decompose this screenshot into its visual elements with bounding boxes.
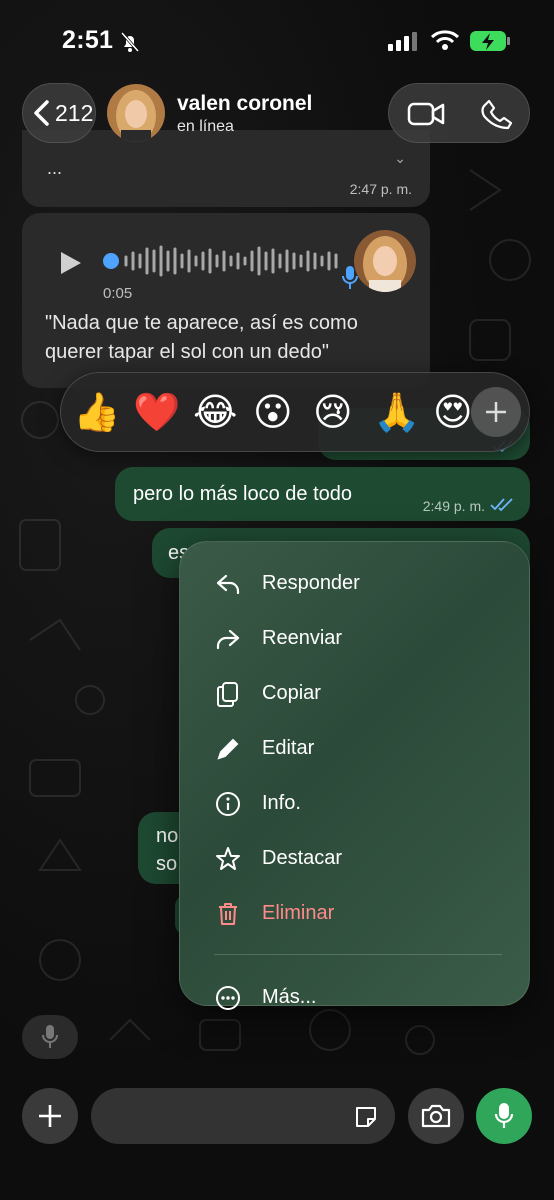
voice-sender-avatar	[354, 230, 416, 292]
back-button[interactable]: 212	[22, 83, 96, 143]
menu-item-label: Responder	[262, 572, 360, 594]
message-text: no so	[156, 825, 179, 875]
message-input[interactable]	[91, 1088, 395, 1144]
reaction-heart[interactable]: ❤️	[133, 391, 180, 435]
forward-icon	[216, 629, 240, 650]
menu-item-reply[interactable]: Responder	[180, 558, 531, 608]
reaction-heart-eyes[interactable]: 😍	[433, 391, 473, 435]
reaction-surprised[interactable]: 😮	[253, 391, 293, 435]
record-voice-button[interactable]	[476, 1088, 532, 1144]
video-call-icon[interactable]	[407, 98, 447, 130]
status-bar: 2:51	[0, 0, 554, 80]
reaction-sad[interactable]: 😢	[313, 391, 353, 435]
more-icon	[216, 986, 240, 1010]
message-text: pero lo más loco de todo	[133, 483, 353, 505]
reaction-picker: 👍 ❤️ 😂 😮 😢 🙏 😍	[60, 372, 530, 452]
chat-screen: 2:51 ⌄ ... 2:47 p. m. 212 valen coronel …	[0, 0, 554, 1200]
contact-name[interactable]: valen coronel	[177, 92, 312, 116]
star-icon	[216, 847, 240, 870]
reaction-thumbs-up[interactable]: 👍	[73, 391, 120, 435]
voice-transcript: "Nada que te aparece, así es como querer…	[45, 312, 358, 363]
camera-icon	[421, 1104, 451, 1128]
menu-item-label: Más...	[262, 986, 317, 1008]
call-actions	[388, 83, 530, 143]
menu-item-forward[interactable]: Reenviar	[180, 613, 531, 663]
message-context-menu: Responder Reenviar Copiar Editar Info. D…	[179, 541, 531, 1010]
menu-item-label: Copiar	[262, 682, 321, 704]
contact-status: en línea	[177, 118, 234, 135]
composer-bar	[0, 1060, 554, 1200]
menu-item-copy[interactable]: Copiar	[180, 668, 531, 718]
chevron-left-icon	[34, 100, 49, 126]
voice-message[interactable]: 0:05 "Nada que te aparece, así es como q…	[22, 213, 430, 388]
menu-item-label: Info.	[262, 792, 301, 814]
plus-icon	[39, 1105, 61, 1127]
unread-count: 212	[55, 99, 94, 126]
chat-header: 212 valen coronel en línea	[0, 70, 554, 160]
message-outgoing[interactable]: pero lo más loco de todo 2:49 p. m.	[115, 467, 530, 521]
wifi-icon	[430, 30, 460, 50]
sticker-icon[interactable]	[353, 1104, 379, 1130]
menu-item-label: Eliminar	[262, 902, 335, 924]
menu-divider	[214, 954, 502, 955]
message-time: 2:49 p. m.	[422, 498, 485, 514]
cell-signal-icon	[388, 32, 417, 51]
reply-icon	[216, 574, 240, 595]
audio-waveform[interactable]	[102, 243, 342, 283]
pencil-icon	[217, 738, 239, 760]
more-reactions-button[interactable]	[471, 387, 521, 437]
trash-icon	[219, 903, 237, 925]
menu-item-label: Editar	[262, 737, 315, 759]
menu-item-label: Reenviar	[262, 627, 343, 649]
plus-icon	[486, 402, 506, 422]
avatar[interactable]	[107, 84, 165, 142]
mic-icon	[494, 1103, 514, 1128]
silent-bell-icon	[120, 32, 140, 52]
menu-item-info[interactable]: Info.	[180, 778, 531, 828]
battery-charging-icon	[470, 31, 510, 51]
info-icon	[216, 792, 240, 816]
message-time: 2:47 p. m.	[349, 181, 412, 197]
menu-item-label: Destacar	[262, 847, 343, 869]
camera-button[interactable]	[408, 1088, 464, 1144]
menu-item-more[interactable]: Más...	[180, 972, 531, 1022]
copy-icon	[217, 682, 238, 707]
mic-icon	[342, 266, 358, 289]
reaction-laugh[interactable]: 😂	[193, 391, 237, 435]
menu-item-delete[interactable]: Eliminar	[180, 888, 531, 938]
attach-button[interactable]	[22, 1088, 78, 1144]
phone-call-icon[interactable]	[481, 98, 513, 130]
menu-item-star[interactable]: Destacar	[180, 833, 531, 883]
clock: 2:51	[62, 26, 114, 54]
reaction-pray[interactable]: 🙏	[373, 391, 420, 435]
read-ticks-icon	[490, 498, 513, 512]
play-icon[interactable]	[58, 249, 84, 277]
message-ellipsis: ...	[47, 158, 63, 178]
mic-icon	[42, 1025, 58, 1048]
menu-item-edit[interactable]: Editar	[180, 723, 531, 773]
voice-note-indicator[interactable]	[22, 1015, 78, 1059]
voice-duration: 0:05	[103, 285, 133, 302]
